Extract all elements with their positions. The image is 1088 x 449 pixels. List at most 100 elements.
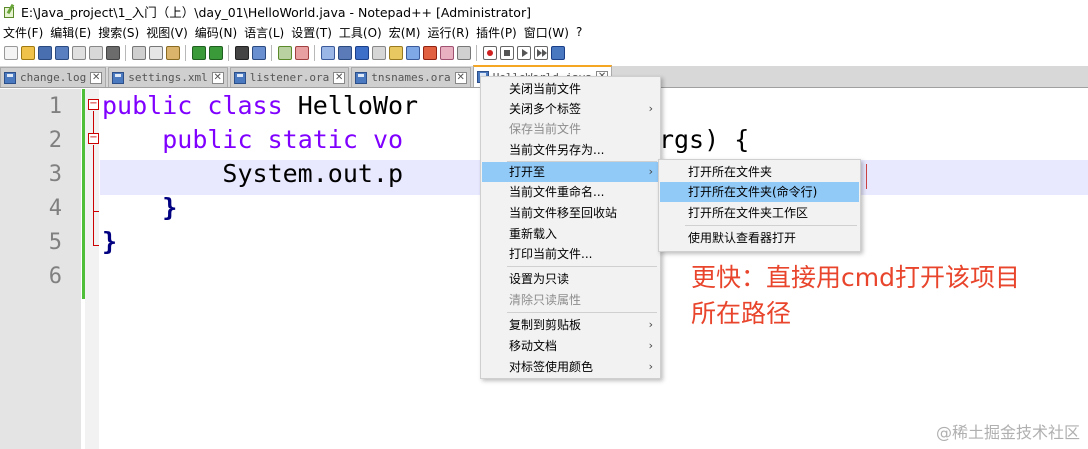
menu-tools[interactable]: 工具(O): [336, 24, 386, 41]
menu-separator: [507, 266, 657, 267]
menu-edit[interactable]: 编辑(E): [47, 24, 95, 41]
open-file-icon[interactable]: [20, 46, 35, 60]
code-brace: }: [162, 193, 178, 222]
fold-end-tick: [93, 211, 99, 212]
menu-item-clear-read-only[interactable]: 清除只读属性: [482, 290, 659, 310]
menu-item-save-current[interactable]: 保存当前文件: [482, 119, 659, 139]
menu-item-label: 设置为只读: [509, 272, 570, 286]
menu-item-reload[interactable]: 重新载入: [482, 224, 659, 244]
toolbar-separator: [314, 45, 315, 61]
menu-help[interactable]: ?: [573, 25, 586, 39]
undo-icon[interactable]: [191, 46, 206, 60]
menu-view[interactable]: 视图(V): [143, 24, 192, 41]
tab-label: settings.xml: [128, 71, 208, 84]
menu-item-tab-color[interactable]: 对标签使用颜色 ›: [482, 357, 659, 377]
close-tab-icon[interactable]: ✕: [454, 71, 467, 84]
menu-item-label: 打开所在文件夹: [688, 165, 773, 179]
submenu-item-open-containing-folder[interactable]: 打开所在文件夹: [660, 162, 859, 182]
menu-language[interactable]: 语言(L): [241, 24, 288, 41]
zoom-out-icon[interactable]: [294, 46, 309, 60]
cut-icon[interactable]: [131, 46, 146, 60]
fold-minus-icon[interactable]: −: [88, 99, 99, 110]
window-title: E:\Java_project\1_入门（上）\day_01\HelloWorl…: [21, 4, 531, 20]
function-list-icon[interactable]: [405, 46, 420, 60]
submenu-item-open-folder-cmd[interactable]: 打开所在文件夹(命令行): [660, 182, 859, 202]
submenu-item-open-default-viewer[interactable]: 使用默认查看器打开: [660, 228, 859, 248]
menu-item-label: 对标签使用颜色: [509, 360, 594, 374]
menu-item-close-multiple[interactable]: 关闭多个标签 ›: [482, 99, 659, 119]
line-number: 3: [48, 162, 62, 187]
word-wrap-icon[interactable]: [320, 46, 335, 60]
menu-separator: [507, 312, 657, 313]
tab-change-log[interactable]: change.log ✕: [0, 67, 107, 87]
menu-item-label: 当前文件重命名...: [509, 185, 605, 199]
close-tab-icon[interactable]: ✕: [333, 71, 346, 84]
clipboard-history-icon[interactable]: [439, 46, 454, 60]
replace-icon[interactable]: [251, 46, 266, 60]
menu-item-print[interactable]: 打印当前文件...: [482, 244, 659, 264]
view-icon[interactable]: [456, 46, 471, 60]
menu-item-label: 打开所在文件夹(命令行): [688, 185, 818, 199]
menu-encoding[interactable]: 编码(N): [192, 24, 241, 41]
toolbar: [0, 42, 1088, 64]
line-number: 5: [48, 230, 62, 255]
toolbar-separator: [228, 45, 229, 61]
menu-plugins[interactable]: 插件(P): [473, 24, 521, 41]
close-tab-icon[interactable]: ✕: [90, 71, 103, 84]
close-file-icon[interactable]: [71, 46, 86, 60]
menu-item-close-current[interactable]: 关闭当前文件: [482, 79, 659, 99]
menu-item-move-to-recycle-bin[interactable]: 当前文件移至回收站: [482, 203, 659, 223]
run-macro-multiple-icon[interactable]: [533, 46, 548, 60]
save-icon[interactable]: [37, 46, 52, 60]
show-all-chars-icon[interactable]: [337, 46, 352, 60]
zoom-in-icon[interactable]: [277, 46, 292, 60]
redo-icon[interactable]: [208, 46, 223, 60]
watermark: @稀土掘金技术社区: [935, 423, 1080, 442]
menu-settings[interactable]: 设置(T): [288, 24, 336, 41]
toolbar-separator: [185, 45, 186, 61]
save-macro-icon[interactable]: [550, 46, 565, 60]
menu-item-set-read-only[interactable]: 设置为只读: [482, 269, 659, 289]
menu-macro[interactable]: 宏(M): [386, 24, 425, 41]
tab-listener-ora[interactable]: listener.ora ✕: [229, 67, 350, 87]
chevron-right-icon: ›: [648, 360, 653, 373]
chevron-right-icon: ›: [648, 318, 653, 331]
print-icon[interactable]: [105, 46, 120, 60]
menu-item-move-document[interactable]: 移动文档 ›: [482, 336, 659, 356]
tab-settings-xml[interactable]: settings.xml ✕: [108, 67, 228, 87]
menu-item-label: 使用默认查看器打开: [688, 231, 797, 245]
menu-item-rename[interactable]: 当前文件重命名...: [482, 182, 659, 202]
document-map-icon[interactable]: [371, 46, 386, 60]
record-macro-icon[interactable]: [482, 46, 497, 60]
menu-window[interactable]: 窗口(W): [521, 24, 573, 41]
menu-run[interactable]: 运行(R): [424, 24, 473, 41]
save-all-icon[interactable]: [54, 46, 69, 60]
file-saved-icon: [233, 71, 246, 84]
close-tab-icon[interactable]: ✕: [211, 71, 224, 84]
menu-item-label: 打印当前文件...: [509, 247, 593, 261]
stop-macro-icon[interactable]: [499, 46, 514, 60]
submenu-item-open-folder-workspace[interactable]: 打开所在文件夹工作区: [660, 203, 859, 223]
play-macro-icon[interactable]: [516, 46, 531, 60]
close-all-icon[interactable]: [88, 46, 103, 60]
menu-item-open-into[interactable]: 打开至 ›: [482, 162, 659, 182]
new-file-icon[interactable]: [3, 46, 18, 60]
paste-icon[interactable]: [165, 46, 180, 60]
menu-item-save-as[interactable]: 当前文件另存为...: [482, 140, 659, 160]
find-icon[interactable]: [234, 46, 249, 60]
code-line: public class HelloWor: [102, 91, 418, 120]
copy-icon[interactable]: [148, 46, 163, 60]
menu-item-label: 打开所在文件夹工作区: [688, 206, 809, 220]
fold-minus-icon[interactable]: −: [88, 133, 99, 144]
title-bar: E:\Java_project\1_入门（上）\day_01\HelloWorl…: [0, 0, 1088, 22]
menu-file[interactable]: 文件(F): [0, 24, 47, 41]
menu-search[interactable]: 搜索(S): [95, 24, 143, 41]
file-saved-icon: [355, 71, 368, 84]
menu-item-copy-to-clipboard[interactable]: 复制到剪贴板 ›: [482, 315, 659, 335]
indent-guide-icon[interactable]: [354, 46, 369, 60]
monitor-icon[interactable]: [422, 46, 437, 60]
chevron-right-icon: ›: [648, 165, 653, 178]
menu-item-label: 关闭当前文件: [509, 82, 582, 96]
folder-workspace-icon[interactable]: [388, 46, 403, 60]
tab-tnsnames-ora[interactable]: tnsnames.ora ✕: [351, 67, 471, 87]
